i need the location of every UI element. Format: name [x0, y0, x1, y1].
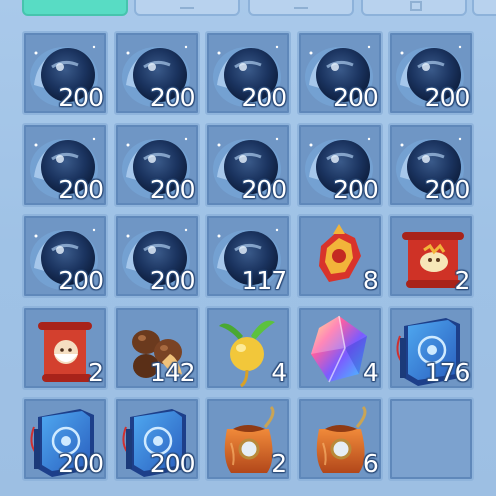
inventory-slot[interactable]: 117: [205, 214, 292, 299]
tab-1[interactable]: [22, 0, 128, 16]
inventory-slot[interactable]: 200: [22, 214, 108, 299]
tab-2[interactable]: [134, 0, 240, 16]
item-count: 8: [362, 266, 379, 296]
inventory-slot[interactable]: 200: [296, 122, 383, 207]
item-count: 200: [149, 449, 196, 479]
inventory-slot[interactable]: 200: [388, 122, 475, 207]
inventory-slot[interactable]: 2: [205, 397, 292, 482]
item-count: 200: [149, 266, 196, 296]
item-count: 176: [424, 357, 471, 387]
inventory-slot[interactable]: 2: [22, 305, 108, 390]
inventory-slot[interactable]: 8: [296, 214, 383, 299]
inventory-slot[interactable]: 200: [22, 31, 108, 115]
item-count: 200: [58, 449, 104, 479]
item-count: 4: [271, 357, 287, 387]
item-count: 2: [271, 449, 287, 479]
item-count: 200: [424, 174, 471, 204]
inventory-slot[interactable]: 6: [296, 397, 383, 482]
item-count: 200: [58, 266, 104, 296]
item-count: 200: [149, 83, 196, 112]
inventory-slot[interactable]: 200: [22, 122, 108, 207]
item-count: 6: [362, 449, 379, 479]
inventory-slot[interactable]: 200: [296, 31, 383, 115]
inventory-slot[interactable]: 200: [113, 122, 200, 207]
tab-4-icon: [410, 1, 422, 11]
inventory-slot[interactable]: 200: [205, 122, 292, 207]
item-count: 200: [241, 83, 287, 112]
inventory-slot[interactable]: 2: [388, 214, 475, 299]
inventory-slot[interactable]: 200: [113, 31, 200, 115]
item-count: 200: [424, 83, 471, 112]
inventory-slot[interactable]: 4: [296, 305, 383, 390]
item-count: 200: [149, 174, 196, 204]
tab-3[interactable]: [248, 0, 354, 16]
item-count: 2: [454, 266, 470, 296]
inventory-slot[interactable]: 200: [113, 214, 200, 299]
inventory-slot[interactable]: [388, 397, 475, 482]
tab-5[interactable]: [472, 0, 496, 16]
item-count: 200: [58, 174, 104, 204]
tab-4[interactable]: [361, 0, 467, 16]
item-count: 200: [241, 174, 287, 204]
item-count: 4: [362, 357, 379, 387]
inventory-slot[interactable]: 4: [205, 305, 292, 390]
item-count: 142: [149, 357, 196, 387]
inventory-slot[interactable]: 142: [113, 305, 200, 390]
item-count: 200: [58, 83, 104, 112]
item-count: 200: [333, 174, 379, 204]
item-count: 200: [333, 83, 379, 112]
inventory-slot[interactable]: 200: [388, 31, 475, 115]
tab-2-icon: [180, 7, 194, 9]
category-tabs: [0, 0, 496, 18]
inventory-slot[interactable]: 200: [205, 31, 292, 115]
item-count: 2: [88, 357, 104, 387]
item-count: 117: [241, 266, 287, 296]
inventory-slot[interactable]: 176: [388, 305, 475, 390]
inventory-slot[interactable]: 200: [113, 397, 200, 482]
inventory-slot[interactable]: 200: [22, 397, 108, 482]
tab-3-icon: [294, 7, 308, 9]
